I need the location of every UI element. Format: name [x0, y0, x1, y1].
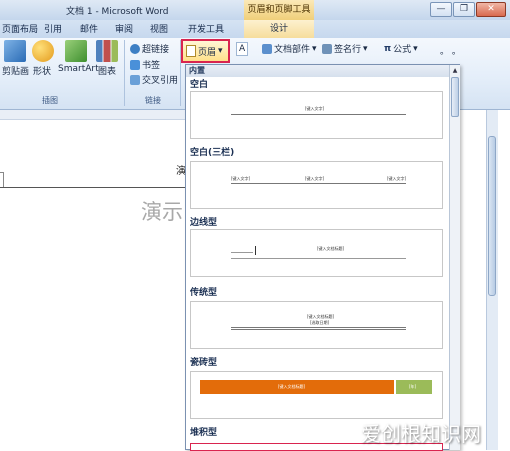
- tab-references[interactable]: 引用: [44, 22, 62, 35]
- gallery-item-border[interactable]: [键入文档标题]: [190, 229, 443, 277]
- textbox-icon: A: [239, 44, 246, 54]
- doc-parts-button[interactable]: 文档部件 ▾: [262, 42, 317, 55]
- header-line: [231, 327, 406, 328]
- header-label: 页眉: [198, 47, 217, 58]
- symbol-dots: 。 。: [440, 47, 461, 57]
- header-gallery-dropdown: 内置 空白 [键入文字] 空白(三栏) [键入文字] [键入文字] [键入文字]…: [185, 64, 460, 451]
- header-icon: [186, 45, 196, 57]
- tab-view[interactable]: 视图: [150, 22, 168, 35]
- ruler: [0, 110, 190, 120]
- tab-design[interactable]: 设计: [244, 20, 314, 38]
- watermark-text: 爱创根知识网: [361, 422, 481, 446]
- shapes-label: 形状: [32, 67, 51, 77]
- placeholder-text: [键入文字]: [305, 176, 325, 181]
- gallery-item-tile[interactable]: [键入文档标题] [年]: [190, 371, 443, 419]
- shapes-button[interactable]: 形状: [32, 40, 54, 77]
- tab-mailings[interactable]: 邮件: [80, 22, 98, 35]
- gallery-header: 内置: [186, 65, 449, 77]
- placeholder-text: [键入文字]: [231, 176, 251, 181]
- gallery-scrollbar[interactable]: [449, 65, 460, 450]
- bookmark-button[interactable]: 书签: [130, 58, 160, 71]
- doc-parts-label: 文档部件: [274, 45, 311, 55]
- bookmark-icon: [130, 59, 140, 70]
- smartart-icon: [65, 40, 87, 62]
- signature-icon: [322, 43, 332, 54]
- border-divider: [255, 246, 256, 255]
- context-tab-title: 页眉和页脚工具: [244, 0, 314, 20]
- crossref-icon: [130, 74, 140, 85]
- crossref-button[interactable]: 交叉引用: [130, 73, 178, 86]
- window-title: 文档 1 - Microsoft Word: [66, 7, 169, 17]
- header-line: [231, 258, 406, 259]
- gallery-section-blank: 空白: [190, 80, 209, 90]
- ribbon-tab-row: 页面布局 引用 邮件 审阅 视图 开发工具 设计: [0, 20, 510, 38]
- tab-developer[interactable]: 开发工具: [188, 22, 224, 35]
- chevron-down-icon: ▾: [363, 43, 368, 54]
- chevron-down-icon: ▾: [312, 43, 317, 54]
- header-divider-line: [0, 187, 190, 188]
- gallery-section-traditional: 传统型: [190, 288, 218, 298]
- group-label-links: 链接: [145, 96, 161, 105]
- placeholder-year: [年]: [409, 384, 417, 389]
- gallery-section-blank-three: 空白(三栏): [190, 148, 235, 158]
- gallery-item-blank[interactable]: [键入文字]: [190, 91, 443, 139]
- pi-icon: π: [384, 43, 392, 54]
- doc-parts-icon: [262, 43, 272, 54]
- smartart-label: SmartArt: [58, 64, 99, 74]
- minimize-button[interactable]: —: [430, 2, 452, 17]
- placeholder-date: [选取日期]: [310, 320, 330, 325]
- header-line: [231, 329, 406, 330]
- chart-label: 图表: [97, 67, 116, 77]
- header-button[interactable]: 页眉 ▾: [181, 39, 230, 63]
- tab-page-layout[interactable]: 页面布局: [2, 22, 38, 35]
- group-separator: [124, 40, 125, 106]
- restore-button[interactable]: ❐: [453, 2, 475, 17]
- clipart-icon: [4, 40, 26, 62]
- gallery-section-stack: 堆积型: [190, 428, 218, 438]
- header-region-marker: [0, 172, 4, 188]
- chart-icon: [96, 40, 118, 62]
- hyperlink-button[interactable]: 超链接: [130, 42, 169, 55]
- placeholder-title: [键入文档标题]: [317, 246, 345, 251]
- placeholder-title: [键入文档标题]: [278, 384, 306, 389]
- hyperlink-icon: [130, 43, 140, 54]
- hyperlink-label: 超链接: [142, 45, 170, 55]
- tile-title-block: [键入文档标题]: [200, 380, 394, 394]
- signature-line-button[interactable]: 签名行 ▾: [322, 42, 368, 55]
- clipart-label: 剪贴画: [2, 67, 30, 77]
- placeholder-text: [键入文字]: [387, 176, 407, 181]
- clipart-button[interactable]: 剪贴画: [2, 40, 30, 77]
- crossref-label: 交叉引用: [142, 76, 179, 86]
- header-line: [231, 114, 406, 115]
- gallery-section-border: 边线型: [190, 218, 218, 228]
- window-controls: — ❐ ✕: [430, 2, 506, 17]
- scroll-up-icon[interactable]: ▲: [451, 67, 459, 75]
- header-line: [231, 183, 406, 184]
- scrollbar-thumb[interactable]: [488, 136, 496, 296]
- tab-review[interactable]: 审阅: [115, 22, 133, 35]
- equation-button[interactable]: π 公式 ▾: [384, 42, 418, 56]
- close-button[interactable]: ✕: [476, 2, 506, 17]
- chevron-down-icon: ▾: [218, 46, 223, 56]
- title-bar: 文档 1 - Microsoft Word 页眉和页脚工具 — ❐ ✕: [0, 0, 510, 20]
- chevron-down-icon: ▾: [413, 43, 418, 54]
- gallery-scroll-thumb[interactable]: [451, 77, 459, 117]
- gallery-item-blank-three[interactable]: [键入文字] [键入文字] [键入文字]: [190, 161, 443, 209]
- placeholder-text: [键入文字]: [305, 106, 325, 111]
- body-text[interactable]: 演示: [141, 196, 183, 226]
- header-line: [231, 252, 253, 253]
- tile-year-block: [年]: [396, 380, 432, 394]
- gallery-item-traditional[interactable]: [键入文档标题] [选取日期]: [190, 301, 443, 349]
- equation-label: 公式: [393, 45, 412, 55]
- shapes-icon: [32, 40, 54, 62]
- smartart-button[interactable]: SmartArt: [58, 40, 99, 74]
- gallery-section-tile: 瓷砖型: [190, 358, 218, 368]
- textbox-button[interactable]: A: [236, 42, 249, 56]
- signature-line-label: 签名行: [334, 45, 362, 55]
- chart-button[interactable]: 图表: [96, 40, 118, 77]
- group-label-illustrations: 插图: [42, 96, 58, 105]
- bookmark-label: 书签: [142, 61, 161, 71]
